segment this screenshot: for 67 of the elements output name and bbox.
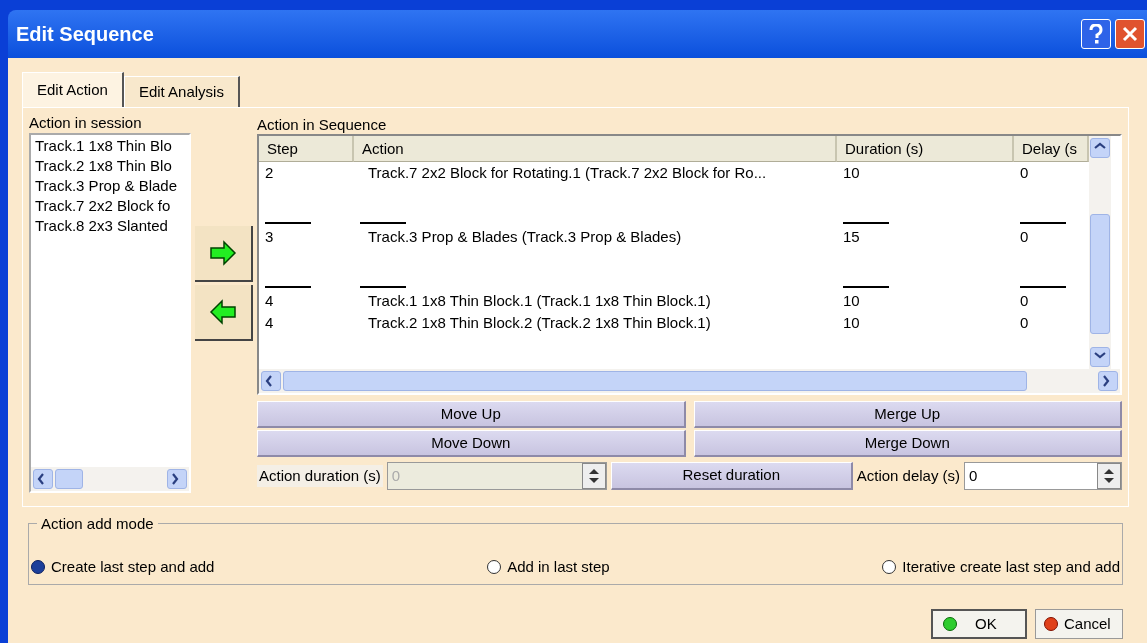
tab[interactable]: Edit Action: [22, 72, 124, 107]
help-icon: [1089, 24, 1103, 44]
radio-option[interactable]: Create last step and add: [31, 555, 215, 578]
list-item[interactable]: Track.2 1x8 Thin Blo: [35, 156, 189, 176]
scroll-arrow-button[interactable]: [1098, 371, 1118, 391]
table-cell-text: 15: [842, 227, 861, 247]
close-button[interactable]: [1115, 19, 1145, 49]
column-header[interactable]: Duration (s): [837, 136, 1014, 162]
table-cell-text: Track.7 2x2 Block for Rotating.1 (Track.7 2x2 Block for Ro...: [367, 163, 768, 183]
table-cell-text: 10: [842, 163, 861, 183]
arrow-icon: [208, 239, 238, 267]
scroll-thumb[interactable]: [55, 469, 83, 489]
list-item[interactable]: Track.7 2x2 Block fo: [35, 196, 189, 216]
radio-option[interactable]: Iterative create last step and add: [882, 555, 1120, 578]
column-header[interactable]: Action: [354, 136, 837, 162]
spin-button[interactable]: [1097, 463, 1121, 489]
table-cell-text: 0: [1019, 227, 1030, 247]
close-icon: [1122, 26, 1138, 42]
radio-button[interactable]: [31, 559, 45, 574]
scroll-arrow-button[interactable]: [33, 469, 53, 489]
field-label: Action delay (s): [856, 465, 961, 486]
scroll-arrow-button[interactable]: [167, 469, 187, 489]
table-cell-text: 10: [842, 313, 861, 333]
radio-button[interactable]: [882, 559, 897, 574]
down-arrow-icon: [1103, 477, 1115, 483]
arrow-icon: [208, 298, 238, 326]
tab[interactable]: Edit Analysis: [123, 76, 240, 107]
ok-button[interactable]: OK: [931, 609, 1027, 639]
move-up-button[interactable]: Move Up: [257, 401, 686, 428]
table-cell-text: 4: [264, 291, 275, 311]
list-item[interactable]: Track.1 1x8 Thin Blo: [35, 136, 189, 156]
scroll-thumb[interactable]: [283, 371, 1027, 391]
field-label: Action duration (s): [257, 464, 383, 488]
table-cell-text: 2: [264, 163, 275, 183]
table-cell-text: 3: [264, 227, 275, 247]
cancel-button[interactable]: Cancel: [1035, 609, 1123, 639]
move-down-button[interactable]: Move Down: [257, 430, 686, 457]
table-cell-text: 0: [1019, 291, 1030, 311]
window-title: Edit Sequence: [16, 22, 155, 47]
table-cell-text: Track.1 1x8 Thin Block.1 (Track.1 1x8 Thin Block.1): [367, 291, 712, 311]
delay-field[interactable]: 0: [964, 462, 1122, 490]
down-arrow-icon: [587, 477, 600, 483]
reset-duration-button[interactable]: Reset duration: [610, 462, 853, 490]
scroll-arrow-button[interactable]: [1090, 138, 1110, 158]
column-header[interactable]: Step: [259, 136, 354, 162]
table-cell-text: Track.2 1x8 Thin Block.2 (Track.2 1x8 Thin Block.1): [367, 313, 712, 333]
section-label: Action in Sequence: [257, 116, 388, 134]
table-cell-text: 4: [264, 313, 275, 333]
list-item[interactable]: Track.8 2x3 Slanted: [35, 216, 189, 236]
scroll-thumb[interactable]: [1090, 214, 1110, 334]
section-label: Action in session: [29, 114, 143, 132]
radio-option[interactable]: Add in last step: [487, 555, 610, 578]
table-cell-text: 10: [842, 291, 861, 311]
scroll-arrow-button[interactable]: [1090, 347, 1110, 367]
table-cell-text: Track.3 Prop & Blades (Track.3 Prop & Blades): [367, 227, 683, 247]
remove-button[interactable]: [195, 285, 253, 341]
up-arrow-icon: [587, 469, 600, 475]
merge-down-button[interactable]: Merge Down: [693, 430, 1122, 457]
table-cell-text: 0: [1019, 163, 1030, 183]
list-item[interactable]: Track.3 Prop & Blade: [35, 176, 189, 196]
radio-button[interactable]: [487, 559, 502, 574]
up-arrow-icon: [1103, 469, 1115, 475]
add-button[interactable]: [195, 226, 253, 282]
scroll-arrow-button[interactable]: [261, 371, 281, 391]
table-cell-text: 0: [1019, 313, 1030, 333]
merge-up-button[interactable]: Merge Up: [693, 401, 1122, 428]
help-button[interactable]: [1081, 19, 1111, 49]
